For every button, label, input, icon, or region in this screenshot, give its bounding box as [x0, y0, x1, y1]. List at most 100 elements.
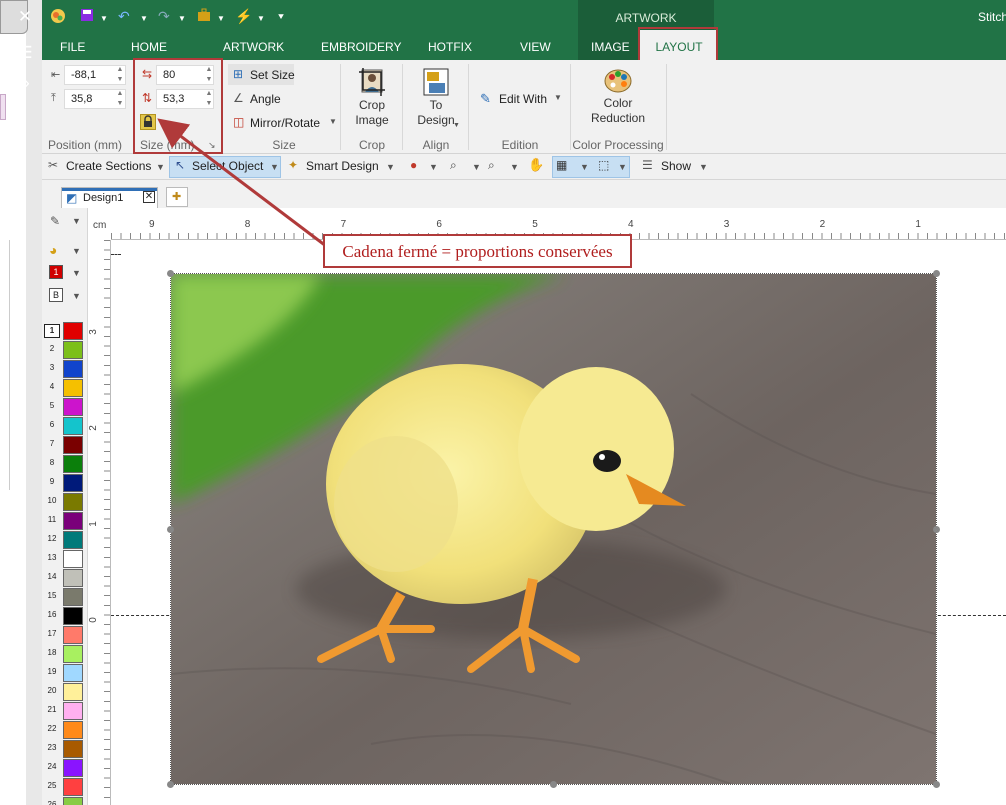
color-swatch[interactable]: [63, 512, 83, 530]
color-swatch[interactable]: [63, 455, 83, 473]
resize-handle-br[interactable]: [933, 781, 940, 788]
color-swatch[interactable]: [63, 797, 83, 805]
color-swatch[interactable]: [63, 645, 83, 663]
color-swatch[interactable]: [63, 702, 83, 720]
current-color-box[interactable]: 1: [49, 265, 63, 279]
angle-button[interactable]: Angle: [250, 92, 281, 106]
crop-image-button[interactable]: Crop Image: [348, 66, 396, 132]
zoom-page-dropdown-icon[interactable]: ▼: [510, 160, 519, 174]
color-swatch-row[interactable]: 7: [42, 435, 86, 454]
tab-embroidery[interactable]: EMBROIDERY: [321, 40, 401, 54]
background-color-box[interactable]: B: [49, 288, 63, 302]
color-swatch-row[interactable]: 10: [42, 492, 86, 511]
expand-chevron-icon[interactable]: »: [14, 72, 36, 94]
color-swatch[interactable]: [63, 607, 83, 625]
redo-icon[interactable]: ↷: [158, 8, 170, 24]
color-swatch-row[interactable]: 9: [42, 473, 86, 492]
pan-hand-icon[interactable]: ✋: [528, 157, 544, 173]
snap-icon[interactable]: ⬚: [598, 158, 609, 172]
show-button[interactable]: Show: [661, 159, 691, 173]
color-swatch[interactable]: [63, 341, 83, 359]
mirror-rotate-dropdown-icon[interactable]: ▼: [329, 117, 337, 126]
tab-view[interactable]: VIEW: [520, 40, 551, 54]
color-swatch[interactable]: [63, 379, 83, 397]
color-swatch[interactable]: [63, 683, 83, 701]
color-swatch-row[interactable]: 19: [42, 663, 86, 682]
menu-icon[interactable]: ☰: [14, 42, 36, 64]
color-swatch-row[interactable]: 13: [42, 549, 86, 568]
color-swatch[interactable]: [63, 322, 83, 340]
lightning-icon[interactable]: ⚡: [235, 8, 252, 24]
color-swatch[interactable]: [63, 569, 83, 587]
edit-with-dropdown-icon[interactable]: ▼: [554, 93, 562, 102]
color-swatch-row[interactable]: 3: [42, 359, 86, 378]
briefcase-icon[interactable]: [197, 8, 211, 25]
color-swatch-row[interactable]: 5: [42, 397, 86, 416]
smart-design-dropdown-icon[interactable]: ▼: [386, 160, 395, 174]
save-dropdown-icon[interactable]: ▼: [100, 11, 108, 27]
mirror-rotate-button[interactable]: Mirror/Rotate: [250, 116, 320, 130]
color-swatch[interactable]: [63, 588, 83, 606]
set-size-button[interactable]: Set Size: [250, 68, 295, 82]
undo-icon[interactable]: ↶: [118, 8, 130, 24]
color-swatch[interactable]: [63, 360, 83, 378]
color-swatch[interactable]: [63, 740, 83, 758]
select-object-button[interactable]: Select Object: [192, 159, 263, 173]
tab-file[interactable]: FILE: [60, 40, 85, 54]
color-swatch[interactable]: [63, 417, 83, 435]
color-swatch-row[interactable]: 2: [42, 340, 86, 359]
resize-handle-tr[interactable]: [933, 270, 940, 277]
color-swatch[interactable]: [63, 531, 83, 549]
redo-dropdown-icon[interactable]: ▼: [178, 11, 186, 27]
color-swatch-row[interactable]: 12: [42, 530, 86, 549]
color-swatch-row[interactable]: 26: [42, 796, 86, 805]
grid-dropdown-icon[interactable]: ▼: [580, 160, 589, 174]
color-swatch[interactable]: [63, 493, 83, 511]
background-color-dropdown-icon[interactable]: ▼: [72, 291, 81, 301]
show-dropdown-icon[interactable]: ▼: [699, 160, 708, 174]
smart-design-button[interactable]: Smart Design: [306, 159, 379, 173]
resize-handle-bl[interactable]: [167, 781, 174, 788]
zoom-page-icon[interactable]: ⌕: [488, 158, 495, 173]
grid-icon[interactable]: ▦: [556, 158, 567, 172]
color-swatch[interactable]: [63, 778, 83, 796]
color-swatch-row[interactable]: 1: [42, 321, 86, 340]
snap-dropdown-icon[interactable]: ▼: [618, 160, 627, 174]
color-swatch-row[interactable]: 14: [42, 568, 86, 587]
color-swatch-row[interactable]: 6: [42, 416, 86, 435]
lightning-dropdown-icon[interactable]: ▼: [257, 11, 265, 27]
palette-dropdown-icon[interactable]: ▼: [72, 246, 81, 256]
color-swatch[interactable]: [63, 721, 83, 739]
color-swatch-row[interactable]: 15: [42, 587, 86, 606]
create-sections-dropdown-icon[interactable]: ▼: [156, 160, 165, 174]
color-swatch-row[interactable]: 22: [42, 720, 86, 739]
color-swatch-row[interactable]: 11: [42, 511, 86, 530]
color-swatch[interactable]: [63, 398, 83, 416]
color-swatch-row[interactable]: 16: [42, 606, 86, 625]
color-swatch[interactable]: [63, 664, 83, 682]
pin-tool-icon[interactable]: ●: [410, 158, 417, 172]
zoom-icon[interactable]: ⌕: [450, 158, 457, 173]
to-design-dropdown-icon[interactable]: ▼: [453, 122, 460, 129]
select-object-dropdown-icon[interactable]: ▼: [270, 160, 279, 174]
position-y-spinner[interactable]: ▲ ▼: [115, 89, 125, 109]
color-swatch[interactable]: [63, 550, 83, 568]
edit-with-button[interactable]: Edit With: [499, 92, 547, 106]
color-swatch-row[interactable]: 8: [42, 454, 86, 473]
undo-dropdown-icon[interactable]: ▼: [140, 11, 148, 27]
tab-artwork[interactable]: ARTWORK: [223, 40, 284, 54]
resize-handle-bm[interactable]: [550, 781, 557, 788]
position-x-spinner[interactable]: ▲ ▼: [115, 65, 125, 85]
color-swatch-row[interactable]: 4: [42, 378, 86, 397]
briefcase-dropdown-icon[interactable]: ▼: [217, 11, 225, 27]
current-color-dropdown-icon[interactable]: ▼: [72, 268, 81, 278]
resize-handle-ml[interactable]: [167, 526, 174, 533]
wand-dropdown-icon[interactable]: ▼: [72, 216, 81, 226]
pin-tool-dropdown-icon[interactable]: ▼: [429, 160, 438, 174]
close-icon[interactable]: ✕: [14, 6, 36, 28]
save-icon[interactable]: [80, 8, 94, 25]
color-swatch[interactable]: [63, 436, 83, 454]
tab-hotfix[interactable]: HOTFIX: [428, 40, 472, 54]
color-swatch-row[interactable]: 17: [42, 625, 86, 644]
color-swatch-row[interactable]: 25: [42, 777, 86, 796]
